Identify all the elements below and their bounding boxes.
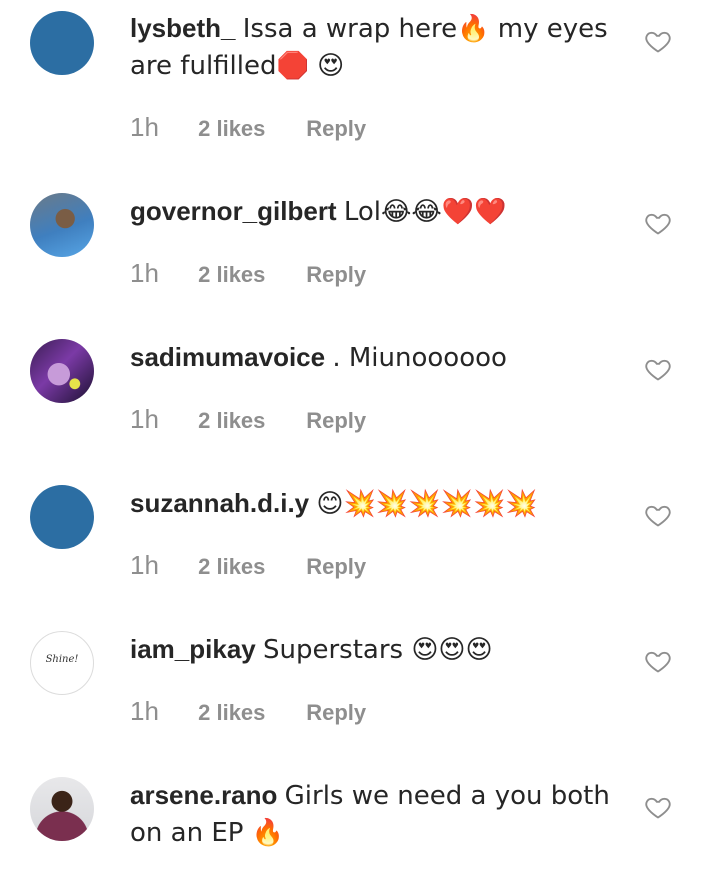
- comment-item: suzannah.d.i.y 😊💥💥💥💥💥💥 1h 2 likes Reply: [0, 438, 708, 584]
- comment-meta: 1h 2 likes Reply: [130, 258, 366, 289]
- reply-button[interactable]: Reply: [306, 262, 366, 287]
- avatar[interactable]: [30, 777, 94, 841]
- heart-outline-icon[interactable]: [644, 647, 672, 675]
- comment-meta: 1h 2 likes Reply: [130, 404, 366, 435]
- comment-likes[interactable]: 2 likes: [198, 700, 300, 726]
- comment-username[interactable]: arsene.rano: [130, 780, 277, 810]
- comment-body: suzannah.d.i.y 😊💥💥💥💥💥💥: [130, 485, 620, 522]
- comment-body: iam_pikay Superstars 😍😍😍: [130, 631, 620, 668]
- comment-time: 1h: [130, 696, 159, 726]
- comment-item: Shine! iam_pikay Superstars 😍😍😍 1h 2 lik…: [0, 584, 708, 730]
- comment-item: sadimumavoice . Miunoooooo 1h 2 likes Re…: [0, 292, 708, 438]
- reply-button[interactable]: Reply: [306, 408, 366, 433]
- heart-outline-icon[interactable]: [644, 793, 672, 821]
- comment-likes[interactable]: 2 likes: [198, 262, 300, 288]
- comment-username[interactable]: governor_gilbert: [130, 196, 337, 226]
- comment-text: . Miunoooooo: [332, 343, 507, 373]
- avatar-logo-text: Shine!: [45, 654, 79, 665]
- avatar[interactable]: [30, 193, 94, 257]
- comment-time: 1h: [130, 258, 159, 288]
- comment-likes[interactable]: 2 likes: [198, 554, 300, 580]
- reply-button[interactable]: Reply: [306, 116, 366, 141]
- comment-username[interactable]: iam_pikay: [130, 634, 256, 664]
- comment-item: arsene.rano Girls we need a you both on …: [0, 730, 708, 876]
- comment-username[interactable]: lysbeth_: [130, 13, 236, 43]
- comment-body: sadimumavoice . Miunoooooo: [130, 339, 620, 376]
- avatar[interactable]: [30, 339, 94, 403]
- heart-outline-icon[interactable]: [644, 501, 672, 529]
- comment-meta: 1h 2 likes Reply: [130, 112, 366, 143]
- comment-likes[interactable]: 2 likes: [198, 116, 300, 142]
- comment-body: governor_gilbert Lol😂😂❤️❤️: [130, 193, 620, 230]
- comment-meta: 1h 2 likes Reply: [130, 550, 366, 581]
- comment-likes[interactable]: 2 likes: [198, 408, 300, 434]
- comments-list: lysbeth_ Issa a wrap here🔥 my eyes are f…: [0, 0, 708, 868]
- avatar[interactable]: [30, 485, 94, 549]
- comment-username[interactable]: suzannah.d.i.y: [130, 488, 309, 518]
- avatar[interactable]: [30, 11, 94, 75]
- comment-username[interactable]: sadimumavoice: [130, 342, 325, 372]
- comment-time: 1h: [130, 112, 159, 142]
- comment-text: Superstars 😍😍😍: [262, 635, 493, 665]
- comment-meta: 1h 2 likes Reply: [130, 696, 366, 727]
- comment-time: 1h: [130, 404, 159, 434]
- reply-button[interactable]: Reply: [306, 554, 366, 579]
- comment-item: governor_gilbert Lol😂😂❤️❤️ 1h 2 likes Re…: [0, 146, 708, 292]
- comment-time: 1h: [130, 550, 159, 580]
- comment-body: arsene.rano Girls we need a you both on …: [130, 777, 620, 851]
- heart-outline-icon[interactable]: [644, 27, 672, 55]
- reply-button[interactable]: Reply: [306, 700, 366, 725]
- comment-text: Lol😂😂❤️❤️: [343, 197, 507, 227]
- comment-item: lysbeth_ Issa a wrap here🔥 my eyes are f…: [0, 0, 708, 146]
- comment-text: 😊💥💥💥💥💥💥: [316, 489, 538, 519]
- comment-body: lysbeth_ Issa a wrap here🔥 my eyes are f…: [130, 10, 620, 84]
- heart-outline-icon[interactable]: [644, 355, 672, 383]
- heart-outline-icon[interactable]: [644, 209, 672, 237]
- avatar[interactable]: Shine!: [30, 631, 94, 695]
